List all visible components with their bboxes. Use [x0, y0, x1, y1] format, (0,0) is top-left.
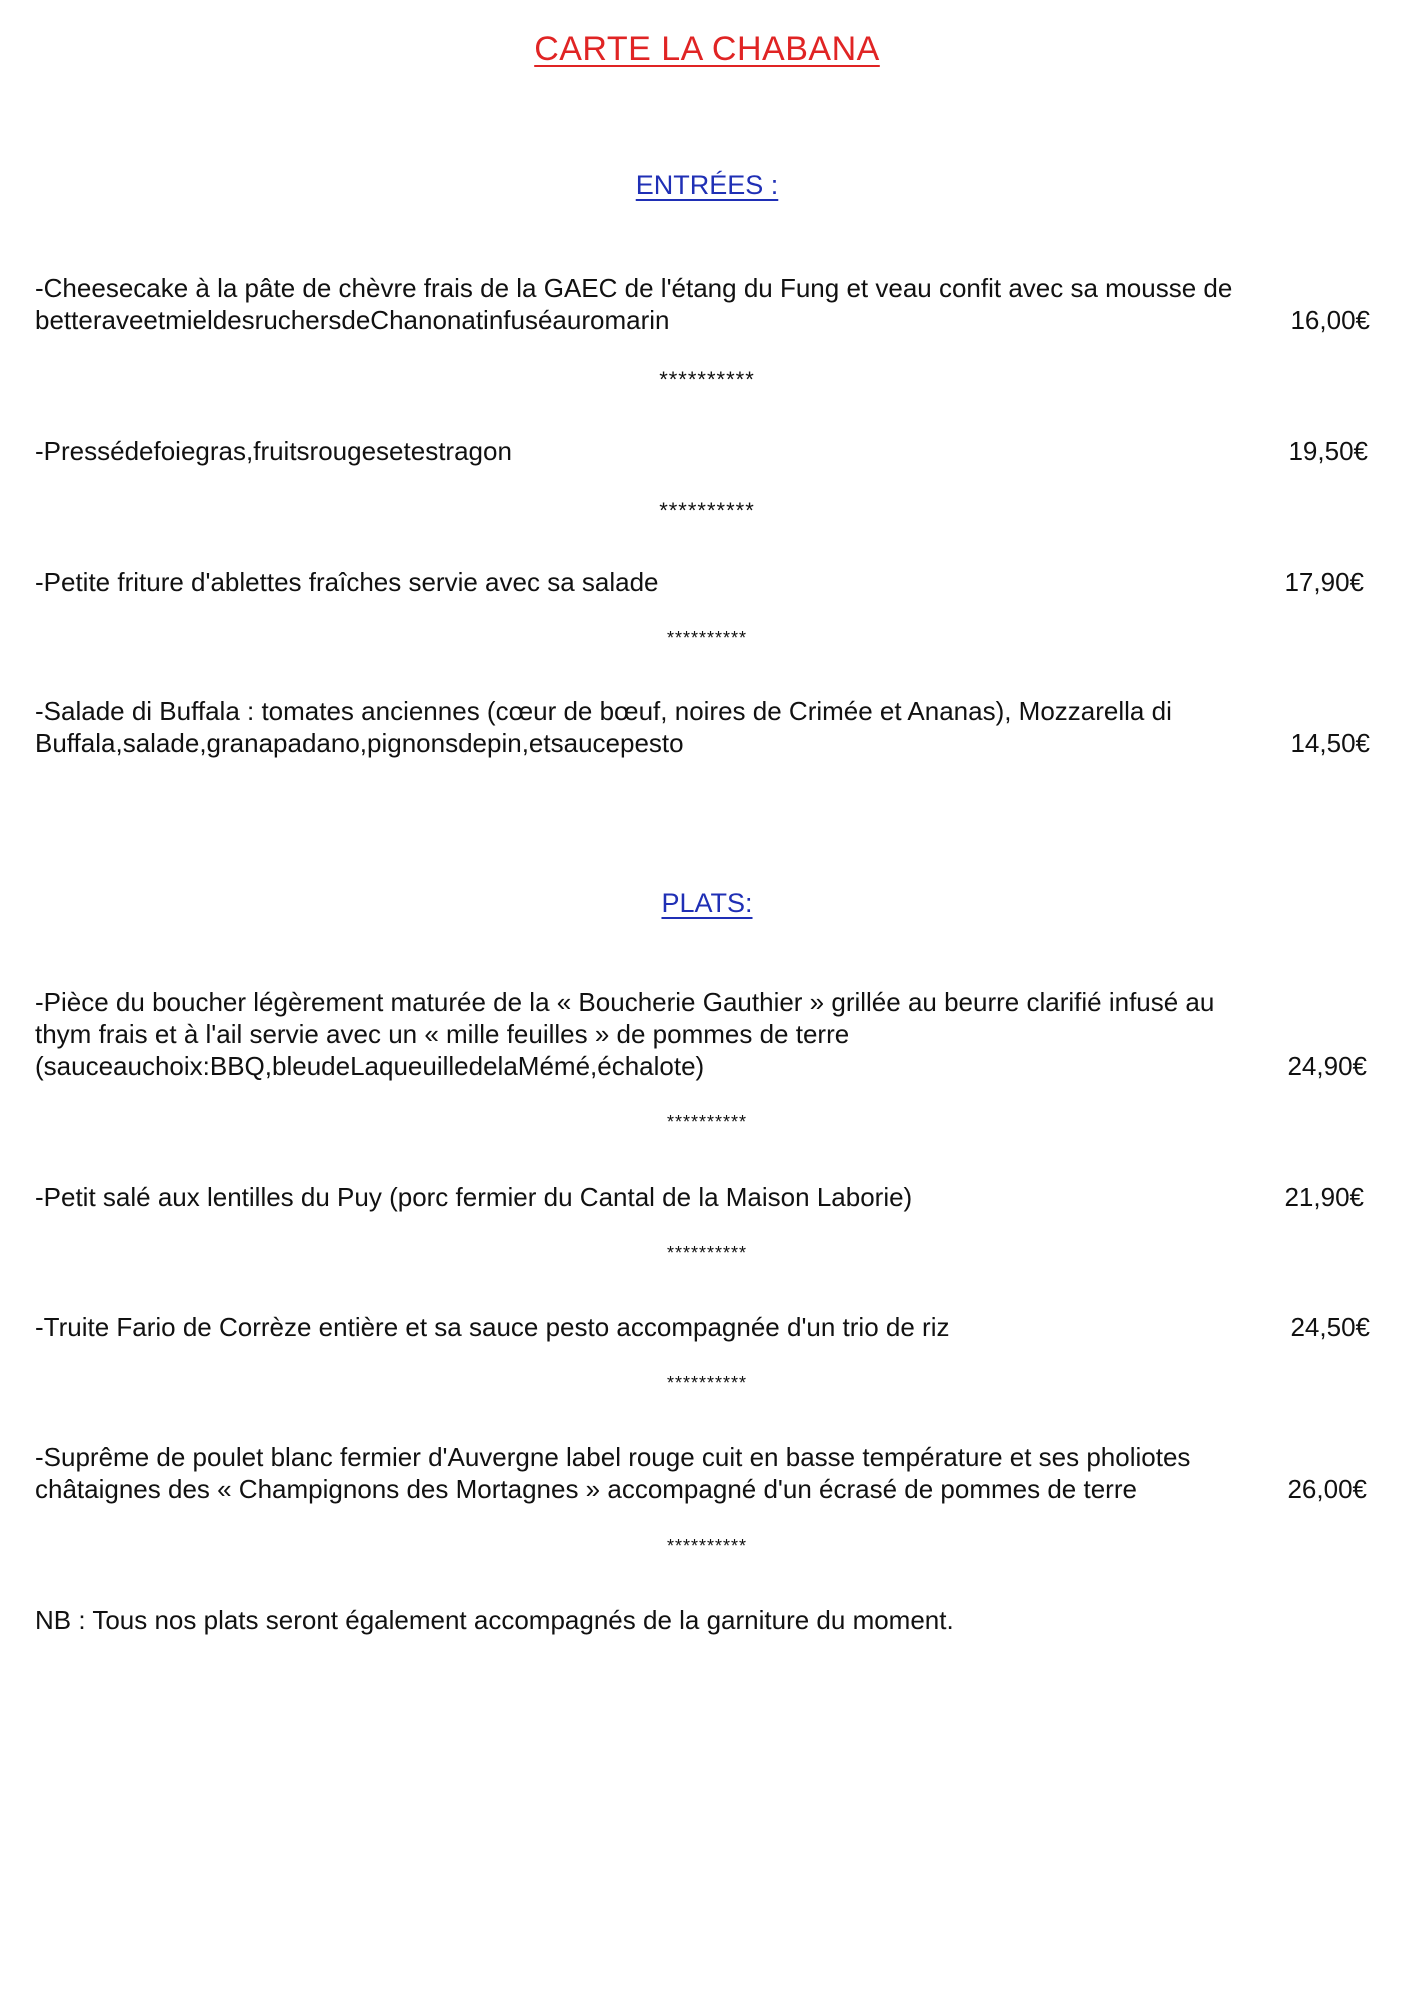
menu-page: CARTE LA CHABANA ENTRÉES : -Cheesecake à… — [0, 0, 1414, 2000]
separator: ********** — [666, 628, 748, 648]
entree-4-price: 14,50€ — [1290, 728, 1370, 758]
plat-1-line-3: (sauceauchoix:BBQ,bleudeLaqueuilledelaMé… — [35, 1051, 705, 1081]
entree-1-price: 16,00€ — [1290, 305, 1370, 335]
entree-4-line-2: Buffala,salade,granapadano,pignonsdepin,… — [35, 728, 684, 758]
separator: ********** — [666, 1373, 748, 1393]
separator: ********** — [659, 367, 755, 392]
separator: ********** — [666, 1536, 748, 1556]
entree-3-price: 17,90€ — [1284, 567, 1364, 597]
menu-title: CARTE LA CHABANA — [534, 30, 880, 68]
plat-1-price: 24,90€ — [1287, 1051, 1367, 1081]
separator: ********** — [666, 1112, 748, 1132]
plat-4-price: 26,00€ — [1287, 1474, 1367, 1504]
menu-note: NB : Tous nos plats seront également acc… — [35, 1605, 954, 1635]
plat-2-price: 21,90€ — [1284, 1182, 1364, 1212]
separator: ********** — [659, 498, 755, 523]
entree-1-line-1: -Cheesecake à la pâte de chèvre frais de… — [35, 273, 1233, 303]
plat-4-line-2: châtaignes des « Champignons des Mortagn… — [35, 1474, 1137, 1504]
plat-1-line-2: thym frais et à l'ail servie avec un « m… — [35, 1019, 850, 1049]
section-heading-plats: PLATS: — [661, 888, 753, 918]
section-heading-entrees: ENTRÉES : — [635, 170, 779, 200]
plat-3-line-1: -Truite Fario de Corrèze entière et sa s… — [35, 1312, 950, 1342]
plat-3-price: 24,50€ — [1290, 1312, 1370, 1342]
entree-4-line-1: -Salade di Buffala : tomates anciennes (… — [35, 696, 1172, 726]
separator: ********** — [666, 1243, 748, 1263]
entree-2-price: 19,50€ — [1288, 436, 1368, 466]
plat-2-line-1: -Petit salé aux lentilles du Puy (porc f… — [35, 1182, 913, 1212]
plat-4-line-1: -Suprême de poulet blanc fermier d'Auver… — [35, 1442, 1191, 1472]
entree-3-line-1: -Petite friture d'ablettes fraîches serv… — [35, 567, 659, 597]
plat-1-line-1: -Pièce du boucher légèrement maturée de … — [35, 987, 1215, 1017]
entree-1-line-2: betteraveetmieldesruchersdeChanonatinfus… — [35, 305, 670, 335]
entree-2-line-1: -Pressédefoiegras,fruitsrougesetestragon — [35, 436, 512, 466]
